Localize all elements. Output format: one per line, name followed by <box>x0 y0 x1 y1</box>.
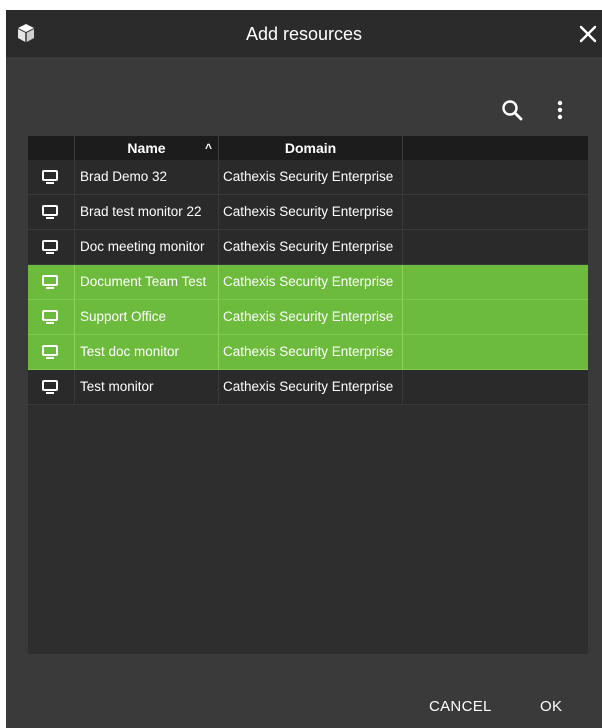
column-header-domain[interactable]: Domain <box>219 136 403 160</box>
column-header-name-label: Name <box>127 140 166 156</box>
row-name: Test monitor <box>75 370 219 404</box>
add-resources-dialog: Add resources Name ^ Domain Brad Demo 32… <box>6 10 602 728</box>
row-domain: Cathexis Security Enterprise <box>219 300 403 334</box>
table-header: Name ^ Domain <box>28 136 588 160</box>
monitor-icon <box>42 170 58 184</box>
monitor-icon <box>42 205 58 219</box>
row-domain: Cathexis Security Enterprise <box>219 370 403 404</box>
dialog-title: Add resources <box>245 24 363 44</box>
row-icon-cell <box>28 230 75 264</box>
monitor-icon <box>42 380 58 394</box>
row-name: Document Team Test <box>75 265 219 299</box>
row-icon-cell <box>28 265 75 299</box>
row-name: Brad Demo 32 <box>75 160 219 194</box>
row-domain: Cathexis Security Enterprise <box>219 230 403 264</box>
sort-ascending-icon: ^ <box>204 141 212 155</box>
close-icon[interactable] <box>576 22 600 46</box>
table-row[interactable]: Document Team Test Cathexis Security Ente… <box>28 265 588 300</box>
table-row[interactable]: Brad test monitor 22 Cathexis Security En… <box>28 195 588 230</box>
row-icon-cell <box>28 370 75 404</box>
column-header-domain-label: Domain <box>284 140 337 156</box>
row-domain: Cathexis Security Enterprise <box>219 160 403 194</box>
table-row[interactable]: Doc meeting monitor Cathexis Security Ent… <box>28 230 588 265</box>
row-name: Support Office <box>75 300 219 334</box>
more-vertical-icon[interactable] <box>552 98 568 122</box>
row-extra <box>403 335 588 369</box>
row-domain: Cathexis Security Enterprise <box>219 195 403 229</box>
row-name: Test doc monitor <box>75 335 219 369</box>
row-icon-cell <box>28 160 75 194</box>
monitor-icon <box>42 345 58 359</box>
table-row[interactable]: Brad Demo 32 Cathexis Security Enterprise <box>28 160 588 195</box>
row-name: Doc meeting monitor <box>75 230 219 264</box>
row-extra <box>403 160 588 194</box>
row-extra <box>403 265 588 299</box>
monitor-icon <box>42 275 58 289</box>
row-extra <box>403 370 588 404</box>
ok-button[interactable]: OK <box>540 698 562 715</box>
search-icon[interactable] <box>500 98 524 122</box>
row-icon-cell <box>28 195 75 229</box>
table-row[interactable]: Test doc monitor Cathexis Security Enterp… <box>28 335 588 370</box>
table-row[interactable]: Test monitor Cathexis Security Enterprise <box>28 370 588 405</box>
row-icon-cell <box>28 300 75 334</box>
resources-table: Name ^ Domain Brad Demo 32 Cathexis Secur… <box>28 136 588 654</box>
row-name: Brad test monitor 22 <box>75 195 219 229</box>
cancel-button[interactable]: CANCEL <box>429 698 492 715</box>
title-bar: Add resources <box>6 10 602 57</box>
monitor-icon <box>42 310 58 324</box>
row-domain: Cathexis Security Enterprise <box>219 265 403 299</box>
row-extra <box>403 300 588 334</box>
table-body: Brad Demo 32 Cathexis Security Enterprise… <box>28 160 588 405</box>
column-header-extra <box>403 136 588 160</box>
row-domain: Cathexis Security Enterprise <box>219 335 403 369</box>
column-header-name[interactable]: Name ^ <box>75 136 219 160</box>
monitor-icon <box>42 240 58 254</box>
table-row[interactable]: Support Office Cathexis Security Enterpri… <box>28 300 588 335</box>
row-extra <box>403 195 588 229</box>
row-extra <box>403 230 588 264</box>
row-icon-cell <box>28 335 75 369</box>
column-header-icon <box>28 136 75 160</box>
